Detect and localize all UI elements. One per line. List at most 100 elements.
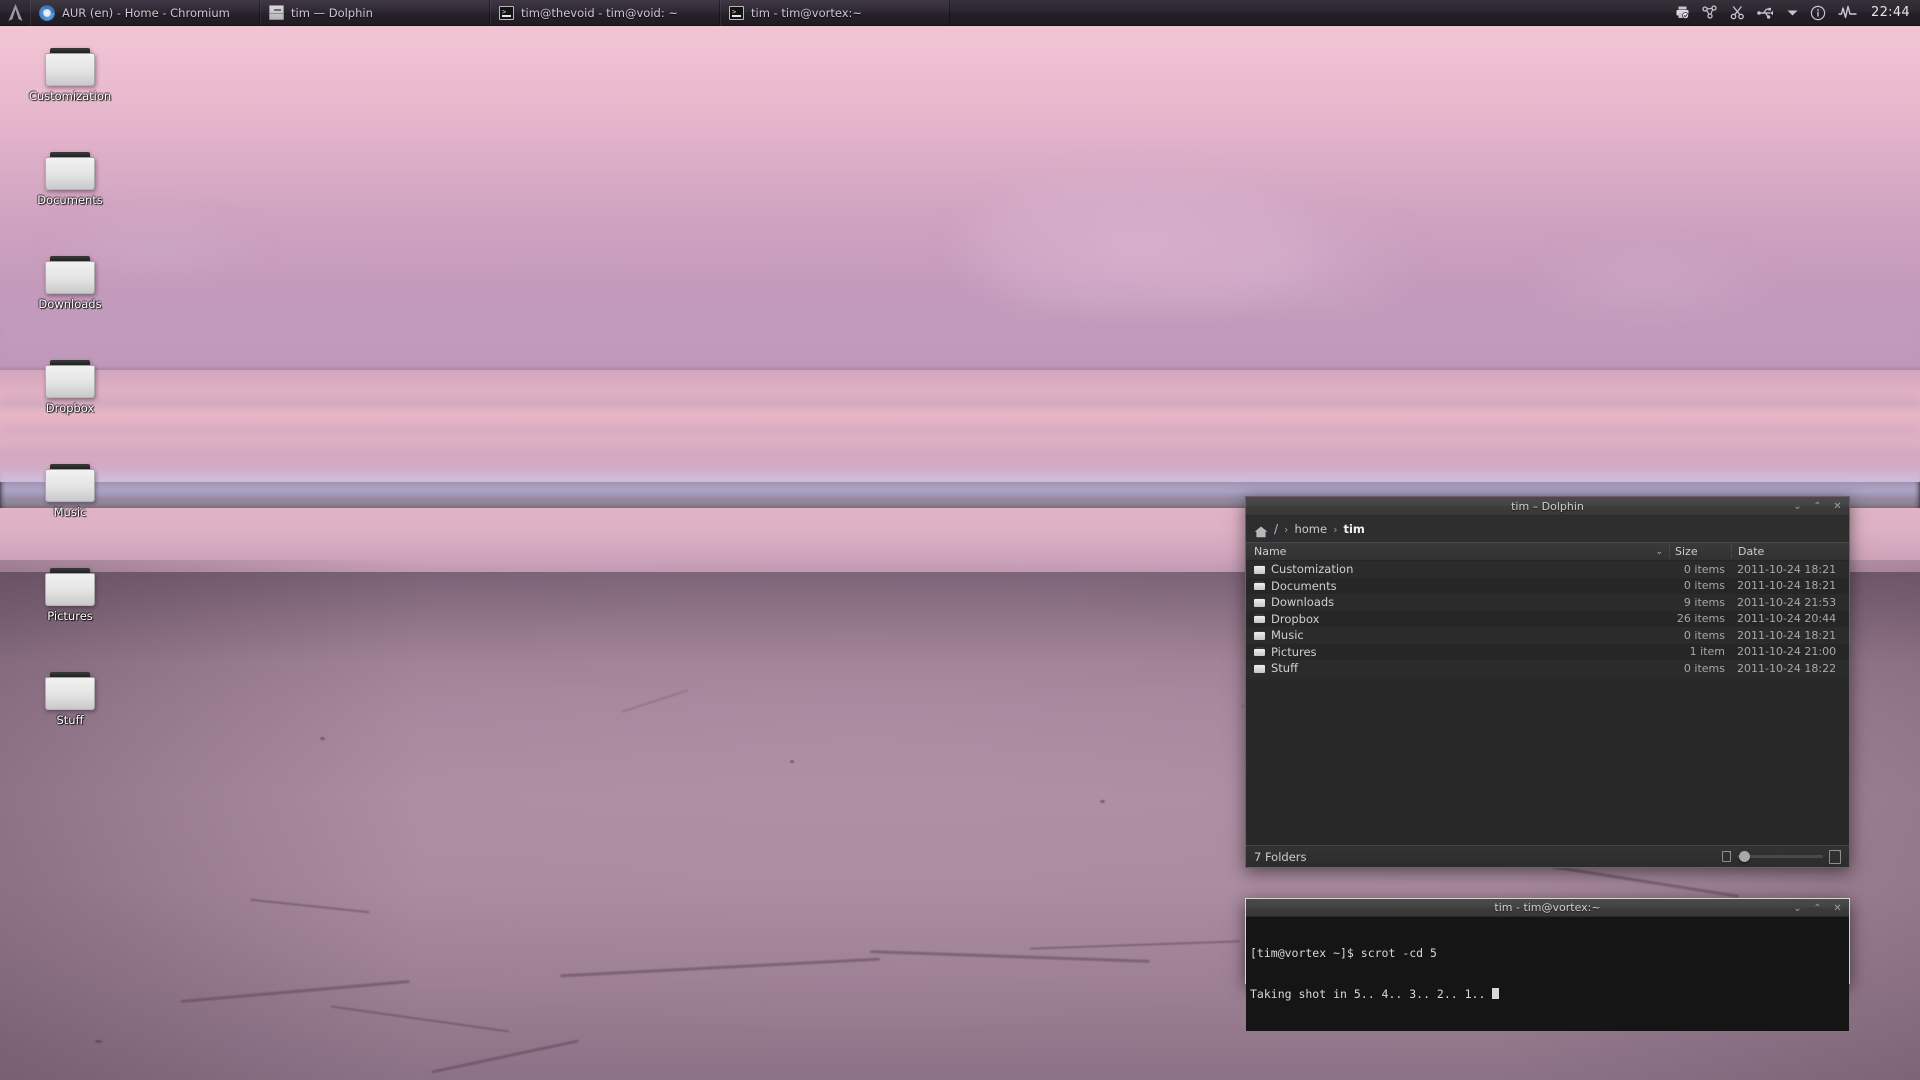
folder-icon (45, 568, 95, 606)
task-button-label: tim@thevoid - tim@void: ~ (521, 5, 678, 20)
desktop-icon-customization[interactable]: Customization (10, 48, 130, 112)
dolphin-window-buttons: ⌄ ⌃ ✕ (1792, 497, 1843, 516)
home-icon[interactable] (1254, 523, 1268, 538)
file-name: Dropbox (1271, 611, 1320, 626)
sort-indicator-icon[interactable]: ⌄ (1655, 547, 1669, 557)
status-text: 7 Folders (1254, 849, 1307, 864)
dolphin-titlebar[interactable]: tim – Dolphin ⌄ ⌃ ✕ (1246, 497, 1849, 516)
column-header-name[interactable]: Name ⌄ (1246, 545, 1669, 558)
zoom-slider[interactable] (1737, 851, 1823, 862)
desktop-icon-music[interactable]: Music (10, 464, 130, 528)
breadcrumb-item-tim[interactable]: tim (1343, 522, 1364, 536)
terminal-window-buttons: ⌄ ⌃ ✕ (1792, 899, 1843, 918)
desktop-icon-dropbox[interactable]: Dropbox (10, 360, 130, 424)
table-row[interactable]: Documents 0 items 2011-10-24 18:21 (1246, 577, 1849, 594)
file-date: 2011-10-24 18:21 (1737, 579, 1837, 593)
folder-icon (1254, 647, 1265, 657)
maximize-icon[interactable]: ⌃ (1812, 501, 1823, 512)
folder-icon (45, 360, 95, 398)
folder-icon (45, 672, 95, 710)
desktop-icon-label: Dropbox (45, 401, 95, 415)
file-name: Documents (1271, 578, 1337, 593)
file-size: 0 items (1683, 579, 1725, 593)
file-name-cell: Music (1246, 628, 1669, 642)
column-header-date[interactable]: Date (1731, 545, 1849, 558)
file-name-cell: Customization (1246, 562, 1669, 576)
dolphin-title: tim – Dolphin (1511, 499, 1584, 513)
chevron-right-icon: › (1333, 522, 1338, 536)
terminal-window[interactable]: tim - tim@vortex:~ ⌄ ⌃ ✕ [tim@vortex ~]$… (1245, 898, 1850, 1031)
terminal-title: tim - tim@vortex:~ (1494, 901, 1601, 914)
desktop-icon-pictures[interactable]: Pictures (10, 568, 130, 632)
desktop-icon-stuff[interactable]: Stuff (10, 672, 130, 736)
column-header-name-label: Name (1254, 545, 1287, 558)
breadcrumb-root[interactable]: / (1274, 522, 1278, 536)
arch-logo-icon[interactable] (0, 0, 30, 26)
zoom-slider-handle[interactable] (1739, 851, 1750, 862)
file-name: Customization (1271, 562, 1354, 577)
file-list[interactable]: Customization 0 items 2011-10-24 18:21 D… (1246, 561, 1849, 845)
table-row[interactable]: Dropbox 26 items 2011-10-24 20:44 (1246, 610, 1849, 627)
breadcrumb-item-home[interactable]: home (1294, 522, 1327, 536)
task-button-terminal-vortex[interactable]: > tim - tim@vortex:~ (720, 0, 950, 26)
file-cabinet-icon (269, 5, 284, 20)
taskbar: AUR (en) - Home - Chromium tim — Dolphin… (0, 0, 1920, 26)
minimize-icon[interactable]: ⌄ (1792, 501, 1803, 512)
folder-icon (1254, 614, 1265, 624)
dolphin-window[interactable]: tim – Dolphin ⌄ ⌃ ✕ / › home › tim Name … (1245, 496, 1850, 868)
close-icon[interactable]: ✕ (1832, 903, 1843, 914)
file-name: Stuff (1271, 661, 1299, 676)
breadcrumb: / › home › tim (1246, 516, 1849, 542)
column-header-size[interactable]: Size (1669, 545, 1731, 558)
large-icon-view-icon[interactable] (1829, 849, 1841, 864)
file-size: 26 items (1676, 612, 1725, 626)
chevron-right-icon: › (1284, 522, 1289, 536)
folder-icon (45, 256, 95, 294)
folder-icon (1254, 581, 1265, 591)
file-name-cell: Dropbox (1246, 612, 1669, 626)
info-icon[interactable] (1810, 5, 1826, 21)
task-button-terminal-void[interactable]: > tim@thevoid - tim@void: ~ (490, 0, 720, 26)
chevron-down-icon[interactable] (1787, 9, 1798, 17)
table-row[interactable]: Music 0 items 2011-10-24 18:21 (1246, 627, 1849, 644)
clock[interactable]: 22:44 (1869, 5, 1910, 20)
task-button-list: AUR (en) - Home - Chromium tim — Dolphin… (30, 0, 950, 26)
table-row[interactable]: Stuff 0 items 2011-10-24 18:22 (1246, 660, 1849, 677)
terminal-icon: > (729, 5, 744, 20)
task-button-label: AUR (en) - Home - Chromium (62, 5, 230, 20)
terminal-titlebar[interactable]: tim - tim@vortex:~ ⌄ ⌃ ✕ (1246, 899, 1849, 917)
desktop-icon-label: Pictures (47, 609, 93, 623)
file-date: 2011-10-24 20:44 (1737, 612, 1837, 626)
task-button-label: tim - tim@vortex:~ (751, 5, 863, 20)
file-name: Pictures (1271, 644, 1317, 659)
table-row[interactable]: Downloads 9 items 2011-10-24 21:53 (1246, 594, 1849, 611)
table-row[interactable]: Customization 0 items 2011-10-24 18:21 (1246, 561, 1849, 578)
activity-monitor-icon[interactable] (1838, 5, 1857, 20)
folder-icon (1254, 663, 1265, 673)
terminal-body[interactable]: [tim@vortex ~]$ scrot -cd 5 Taking shot … (1246, 917, 1849, 1031)
small-icon-view-icon[interactable] (1722, 851, 1731, 862)
desktop-icon-downloads[interactable]: Downloads (10, 256, 130, 320)
file-size: 0 items (1683, 661, 1725, 675)
table-row[interactable]: Pictures 1 item 2011-10-24 21:00 (1246, 643, 1849, 660)
file-date: 2011-10-24 18:21 (1737, 628, 1837, 642)
desktop-icon-documents[interactable]: Documents (10, 152, 130, 216)
system-tray: 22:44 (1675, 0, 1920, 26)
desktop-icon-label: Stuff (56, 713, 84, 727)
task-button-chromium[interactable]: AUR (en) - Home - Chromium (30, 0, 260, 26)
file-size: 9 items (1683, 595, 1725, 609)
chromium-icon (39, 4, 55, 21)
close-icon[interactable]: ✕ (1832, 501, 1843, 512)
scissors-icon[interactable] (1730, 5, 1745, 20)
task-button-dolphin[interactable]: tim — Dolphin (260, 0, 490, 26)
dolphin-statusbar: 7 Folders (1246, 845, 1849, 867)
network-icon[interactable] (1702, 5, 1718, 20)
printer-icon[interactable] (1675, 5, 1690, 20)
file-size: 0 items (1683, 628, 1725, 642)
file-size: 1 item (1689, 645, 1725, 659)
minimize-icon[interactable]: ⌄ (1792, 903, 1803, 914)
file-date: 2011-10-24 18:22 (1737, 661, 1837, 675)
zoom-slider-group (1722, 849, 1841, 864)
usb-icon[interactable] (1757, 6, 1775, 20)
maximize-icon[interactable]: ⌃ (1812, 903, 1823, 914)
